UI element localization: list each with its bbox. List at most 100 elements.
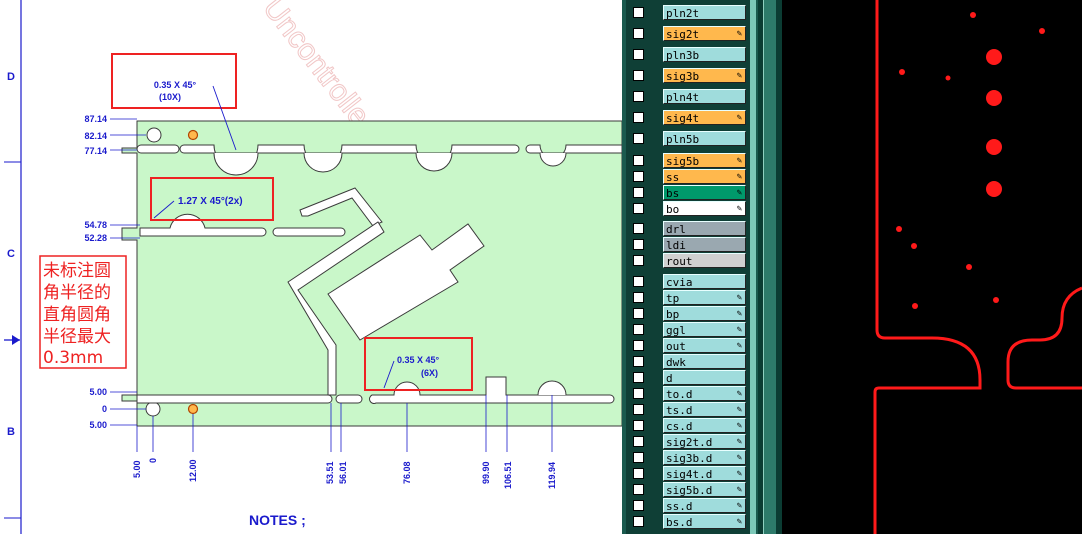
checkbox-icon[interactable] [633,28,644,39]
layer-row-sig5b[interactable]: sig5b ✎ [630,153,746,168]
layer-name[interactable]: sig4t ✎ [663,110,746,125]
layer-name[interactable]: cs.d ✎ [663,418,746,433]
drawing-canvas[interactable]: D C B Uncontrolled copy W 87.14 82.14 77… [0,0,622,534]
pencil-icon[interactable]: ✎ [737,111,742,126]
layer-name[interactable]: ggl ✎ [663,322,746,337]
pencil-icon[interactable]: ✎ [737,154,742,169]
checkbox-icon[interactable] [633,404,644,415]
pencil-icon[interactable]: ✎ [737,451,742,466]
layer-scrollbar[interactable] [763,0,777,534]
checkbox-icon[interactable] [633,420,644,431]
layer-row-bp[interactable]: bp ✎ [630,306,746,321]
layer-row-to-d[interactable]: to.d ✎ [630,386,746,401]
pencil-icon[interactable]: ✎ [737,467,742,482]
layer-row-sig4t[interactable]: sig4t ✎ [630,110,746,125]
checkbox-icon[interactable] [633,91,644,102]
layer-name[interactable]: pln2t [663,5,746,20]
layer-name[interactable]: cvia [663,274,746,289]
pencil-icon[interactable]: ✎ [737,69,742,84]
pencil-icon[interactable]: ✎ [737,499,742,514]
layer-row-bs-d[interactable]: bs.d ✎ [630,514,746,529]
layer-row-sig4t-d[interactable]: sig4t.d ✎ [630,466,746,481]
checkbox-icon[interactable] [633,7,644,18]
checkbox-icon[interactable] [633,500,644,511]
layer-name[interactable]: ss.d ✎ [663,498,746,513]
pencil-icon[interactable]: ✎ [737,27,742,42]
checkbox-icon[interactable] [633,239,644,250]
pencil-icon[interactable]: ✎ [737,515,742,530]
checkbox-icon[interactable] [633,203,644,214]
checkbox-icon[interactable] [633,223,644,234]
layer-name[interactable]: ldi [663,237,746,252]
layer-name[interactable]: to.d ✎ [663,386,746,401]
layer-name[interactable]: sig2t ✎ [663,26,746,41]
pencil-icon[interactable]: ✎ [737,170,742,185]
checkbox-icon[interactable] [633,292,644,303]
layer-name[interactable]: tp ✎ [663,290,746,305]
pencil-icon[interactable]: ✎ [737,435,742,450]
pencil-icon[interactable]: ✎ [737,483,742,498]
layer-row-sig3b[interactable]: sig3b ✎ [630,68,746,83]
pencil-icon[interactable]: ✎ [737,419,742,434]
checkbox-icon[interactable] [633,255,644,266]
checkbox-icon[interactable] [633,155,644,166]
layer-row-bo[interactable]: bo ✎ [630,201,746,216]
pencil-icon[interactable]: ✎ [737,291,742,306]
layer-row-pln4t[interactable]: pln4t [630,89,746,104]
layer-row-dwk[interactable]: dwk [630,354,746,369]
pencil-icon[interactable]: ✎ [737,339,742,354]
layer-row-ggl[interactable]: ggl ✎ [630,322,746,337]
pencil-icon[interactable]: ✎ [737,387,742,402]
layer-name[interactable]: ss ✎ [663,169,746,184]
pencil-icon[interactable]: ✎ [737,186,742,201]
cam-view[interactable] [782,0,1082,534]
layer-name[interactable]: bp ✎ [663,306,746,321]
layer-name[interactable]: bs.d ✎ [663,514,746,529]
checkbox-icon[interactable] [633,452,644,463]
layer-row-ss-d[interactable]: ss.d ✎ [630,498,746,513]
pencil-icon[interactable]: ✎ [737,202,742,217]
layer-row-pln3b[interactable]: pln3b [630,47,746,62]
layer-name[interactable]: dwk [663,354,746,369]
checkbox-icon[interactable] [633,468,644,479]
checkbox-icon[interactable] [633,276,644,287]
checkbox-icon[interactable] [633,171,644,182]
layer-row-sig2t[interactable]: sig2t ✎ [630,26,746,41]
layer-name[interactable]: pln4t [663,89,746,104]
layer-row-pln5b[interactable]: pln5b [630,131,746,146]
layer-name[interactable]: rout [663,253,746,268]
checkbox-icon[interactable] [633,436,644,447]
layer-row-tp[interactable]: tp ✎ [630,290,746,305]
layer-row-ldi[interactable]: ldi [630,237,746,252]
layer-row-sig2t-d[interactable]: sig2t.d ✎ [630,434,746,449]
layer-name[interactable]: bs ✎ [663,185,746,200]
pencil-icon[interactable]: ✎ [737,403,742,418]
checkbox-icon[interactable] [633,112,644,123]
checkbox-icon[interactable] [633,484,644,495]
layer-name[interactable]: bo ✎ [663,201,746,216]
cam-outline-view[interactable] [782,0,1082,534]
layer-name[interactable]: sig5b.d ✎ [663,482,746,497]
checkbox-icon[interactable] [633,356,644,367]
layer-row-pln2t[interactable]: pln2t [630,5,746,20]
checkbox-icon[interactable] [633,187,644,198]
checkbox-icon[interactable] [633,70,644,81]
layer-row-d[interactable]: d [630,370,746,385]
checkbox-icon[interactable] [633,308,644,319]
layer-row-sig3b-d[interactable]: sig3b.d ✎ [630,450,746,465]
layer-row-sig5b-d[interactable]: sig5b.d ✎ [630,482,746,497]
layer-row-rout[interactable]: rout [630,253,746,268]
fab-drawing[interactable]: D C B Uncontrolled copy W 87.14 82.14 77… [0,0,622,534]
layer-row-out[interactable]: out ✎ [630,338,746,353]
layer-name[interactable]: sig4t.d ✎ [663,466,746,481]
checkbox-icon[interactable] [633,340,644,351]
layer-row-bs[interactable]: bs ✎ [630,185,746,200]
checkbox-icon[interactable] [633,388,644,399]
layer-name[interactable]: pln3b [663,47,746,62]
layer-name[interactable]: out ✎ [663,338,746,353]
layer-row-cvia[interactable]: cvia [630,274,746,289]
layer-name[interactable]: sig5b ✎ [663,153,746,168]
layer-row-drl[interactable]: drl [630,221,746,236]
layer-row-ts-d[interactable]: ts.d ✎ [630,402,746,417]
layer-name[interactable]: sig3b ✎ [663,68,746,83]
